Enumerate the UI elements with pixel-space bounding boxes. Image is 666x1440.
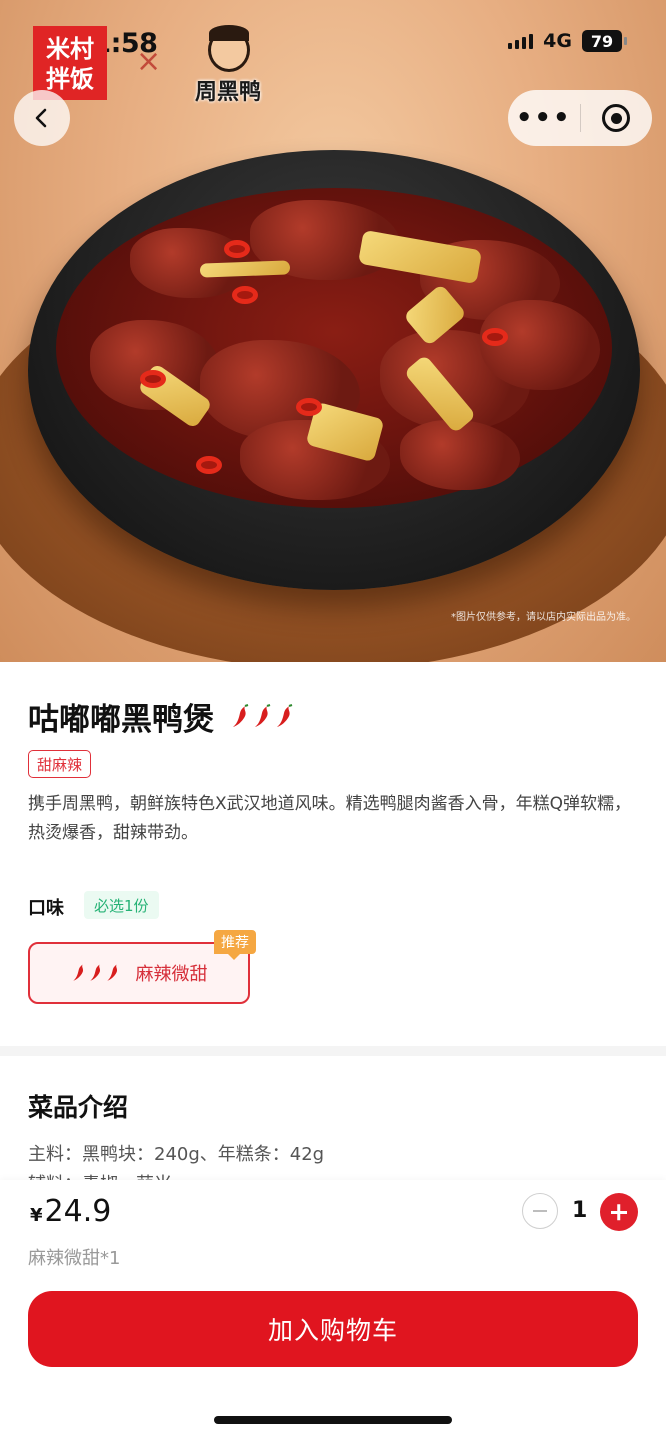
- quantity-value: 1: [572, 1198, 588, 1223]
- miniapp-capsule: •••: [508, 90, 652, 146]
- intro-main-ingredients: 主料：黑鸭块：240g、年糕条：42g: [28, 1144, 325, 1165]
- zhouheiya-logo-text: 周黑鸭: [194, 80, 261, 105]
- chili-slice: [224, 240, 250, 258]
- product-title: 咕嘟嘟黑鸭煲: [28, 702, 214, 738]
- close-miniapp-button[interactable]: [581, 104, 653, 132]
- increase-quantity-button[interactable]: [600, 1193, 638, 1231]
- required-tag: 必选1份: [84, 891, 159, 919]
- spicy-level-icons: [71, 962, 122, 984]
- micun-logo: 米村 拌饭: [33, 26, 107, 100]
- currency-symbol: ¥: [30, 1205, 43, 1226]
- flavor-option-label: 麻辣微甜: [135, 964, 208, 985]
- more-dots-icon[interactable]: •••: [508, 105, 580, 131]
- chili-slice: [196, 456, 222, 474]
- flavor-label: 口味: [28, 898, 64, 919]
- battery-level: 79: [590, 31, 614, 51]
- product-description: 携手周黑鸭，朝鲜族特色X武汉地道风味。精选鸭腿肉酱香入骨，年糕Q弹软糯，热烫爆香…: [28, 794, 632, 843]
- chili-icon: [277, 703, 293, 727]
- intro-title: 菜品介绍: [28, 1093, 129, 1122]
- product-title-row: 咕嘟嘟黑鸭煲: [28, 694, 296, 739]
- recommend-badge: 推荐: [214, 930, 256, 960]
- spicy-level-icons: [230, 703, 296, 730]
- battery-icon: 79: [582, 30, 627, 52]
- chili-icon: [255, 703, 271, 727]
- minus-icon: [533, 1210, 547, 1212]
- chili-slice: [482, 328, 508, 346]
- network-type: 4G: [543, 30, 572, 52]
- target-icon: [602, 104, 631, 132]
- price-value: 24.9: [44, 1194, 112, 1229]
- selected-summary: 麻辣微甜*1: [28, 1248, 121, 1269]
- add-to-cart-button[interactable]: 加入购物车: [28, 1291, 638, 1367]
- spicy-tag: 甜麻辣: [28, 750, 92, 778]
- decrease-quantity-button[interactable]: [522, 1193, 558, 1229]
- back-button[interactable]: [14, 90, 70, 146]
- chili-icon: [89, 964, 100, 981]
- image-disclaimer: *图片仅供参考，请以店内实际出品为准。: [451, 612, 636, 623]
- chili-icon: [233, 703, 249, 727]
- signal-icon: [508, 33, 534, 49]
- chili-slice: [232, 286, 258, 304]
- mascot-face-icon: [208, 25, 250, 72]
- back-arrow-icon: [35, 108, 47, 128]
- section-divider: [0, 1046, 666, 1056]
- chili-slice: [140, 370, 166, 388]
- logo-text-line1: 米村: [46, 35, 94, 63]
- zhouheiya-logo: 周黑鸭: [176, 25, 280, 105]
- collab-mark: ×: [136, 44, 162, 79]
- price: ¥ 24.9: [30, 1194, 111, 1229]
- home-indicator[interactable]: [214, 1416, 452, 1424]
- status-indicators: 4G 79: [508, 30, 627, 52]
- chili-slice: [296, 398, 322, 416]
- chili-icon: [72, 964, 83, 981]
- chili-icon: [106, 964, 117, 981]
